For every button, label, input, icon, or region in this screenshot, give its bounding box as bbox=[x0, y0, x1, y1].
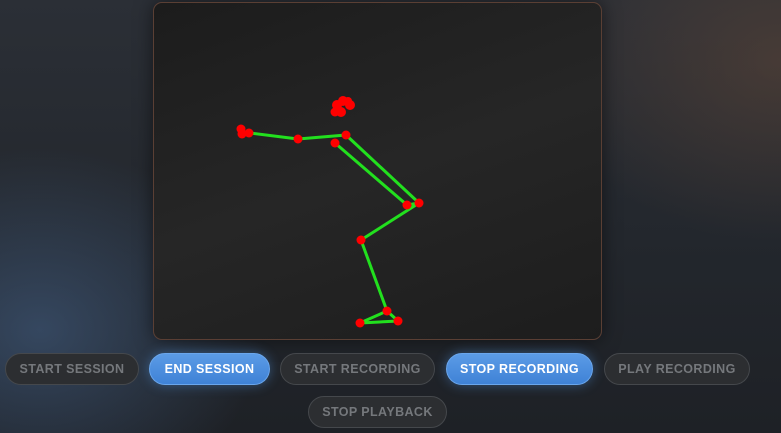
joint-knee bbox=[356, 235, 366, 245]
bone-knee-ankle bbox=[359, 238, 389, 313]
joint-head-6 bbox=[344, 97, 352, 105]
joint-shoulder-right bbox=[341, 130, 351, 140]
joint-hip-right bbox=[414, 198, 424, 208]
stop-playback-button[interactable]: STOP PLAYBACK bbox=[308, 396, 447, 428]
start-recording-button[interactable]: START RECORDING bbox=[280, 353, 435, 385]
pose-canvas bbox=[153, 2, 602, 340]
bone-shoulder-hip-inner bbox=[333, 141, 409, 207]
joint-toe bbox=[393, 316, 403, 326]
bone-shoulder-hip-outer bbox=[344, 133, 421, 205]
joint-ankle bbox=[382, 306, 392, 316]
joint-hand-3 bbox=[244, 128, 254, 138]
joint-elbow bbox=[293, 134, 303, 144]
stop-recording-button[interactable]: STOP RECORDING bbox=[446, 353, 593, 385]
pose-skeleton bbox=[236, 96, 424, 328]
joint-hip-left bbox=[402, 200, 412, 210]
bone-heel-toe bbox=[358, 319, 400, 325]
play-recording-button[interactable]: PLAY RECORDING bbox=[604, 353, 750, 385]
joint-shoulder-left bbox=[330, 138, 340, 148]
bone-elbow-shoulder bbox=[296, 133, 348, 141]
joint-heel bbox=[355, 318, 365, 328]
end-session-button[interactable]: END SESSION bbox=[149, 353, 270, 385]
joint-head-5 bbox=[330, 107, 340, 117]
bone-hip-knee bbox=[359, 201, 421, 242]
start-session-button[interactable]: START SESSION bbox=[5, 353, 139, 385]
